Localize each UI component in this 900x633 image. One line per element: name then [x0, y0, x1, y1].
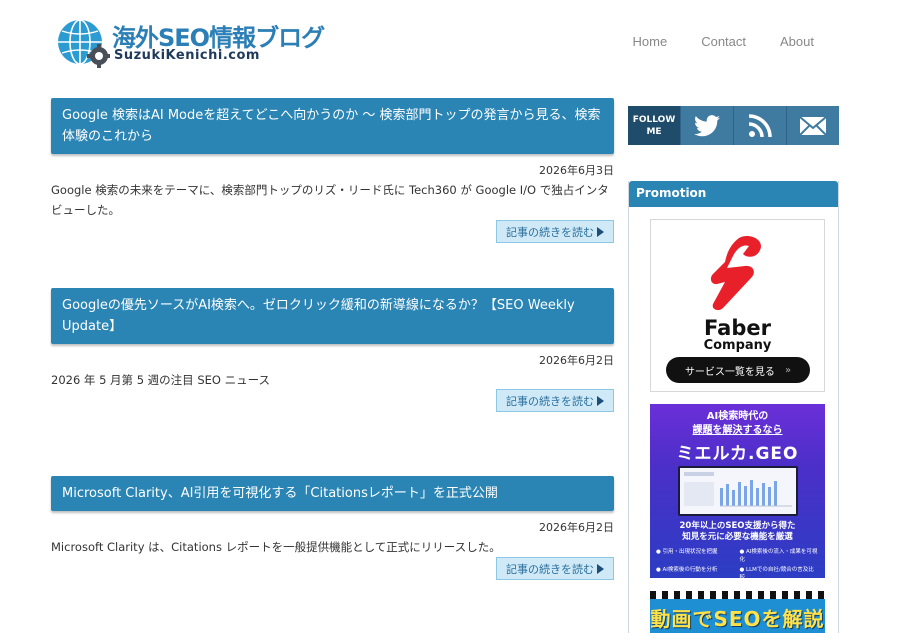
promotion-heading: Promotion	[629, 181, 838, 207]
read-more-button[interactable]: 記事の続きを読む	[496, 389, 614, 412]
bar-chart-icon	[684, 472, 792, 507]
read-more-button[interactable]: 記事の続きを読む	[496, 220, 614, 243]
read-more-label: 記事の続きを読む	[506, 394, 594, 408]
faber-company-banner[interactable]: Faber Company サービス一覧を見る »	[650, 219, 825, 392]
service-list-button[interactable]: サービス一覧を見る »	[666, 357, 810, 383]
article-title-link[interactable]: Google 検索はAI Modeを超えてどこへ向かうのか 〜 検索部門トップの…	[51, 98, 614, 154]
mieruca-feature: ● AI検索後の流入・成果を可視化	[739, 549, 818, 563]
faber-logo-icon	[710, 235, 761, 311]
video-seo-banner[interactable]: 動画でSEOを解説	[650, 591, 825, 633]
mieruca-feature: ● AI検索後の行動を分析	[656, 567, 718, 573]
double-chevron-icon: »	[784, 364, 792, 376]
triangle-right-icon	[597, 563, 604, 574]
faber-brand: Faber	[704, 316, 771, 340]
twitter-button[interactable]	[680, 106, 733, 145]
service-list-label: サービス一覧を見る	[684, 366, 775, 378]
article-item: Googleの優先ソースがAI検索へ。ゼロクリック緩和の新導線になるか？【SEO…	[51, 288, 614, 412]
follow-label-line2: ME	[646, 127, 662, 137]
mieruca-tagline-2: 課題を解決するなら	[692, 425, 783, 436]
article-date: 2026年6月3日	[539, 164, 614, 177]
twitter-icon	[694, 114, 720, 136]
rss-button[interactable]	[733, 106, 786, 145]
promotion-widget: Promotion Faber Company サービス一覧を見る » AI検索…	[628, 181, 839, 633]
faber-company-text: Company	[703, 338, 772, 353]
mieruca-brand: ミエルカ.GEO	[676, 444, 799, 464]
globe-gear-icon	[58, 19, 110, 68]
article-item: Google 検索はAI Modeを超えてどこへ向かうのか 〜 検索部門トップの…	[51, 98, 614, 243]
video-seo-text: 動画でSEOを解説	[650, 607, 825, 631]
read-more-label: 記事の続きを読む	[506, 562, 594, 576]
mieruca-copy-1: 20年以上のSEO支援から得た	[679, 521, 796, 531]
article-date: 2026年6月2日	[539, 354, 614, 367]
article-excerpt: Microsoft Clarity は、Citations レポートを一般提供機…	[51, 540, 501, 554]
triangle-right-icon	[597, 395, 604, 406]
follow-label-line1: FOLLOW	[632, 115, 676, 125]
site-header: 海外SEO情報ブログ SuzukiKenichi.com Home Contac…	[0, 0, 900, 90]
follow-bar: FOLLOW ME	[628, 106, 839, 145]
mieruca-copy-2: 知見を元に必要な機能を厳選	[682, 532, 793, 542]
mieruca-feature: ● 引用・出現状況を把握	[656, 549, 718, 555]
article-excerpt: 2026 年 5 月第 5 週の注目 SEO ニュース	[51, 373, 271, 387]
article-item: Microsoft Clarity、AI引用を可視化する「Citationsレポ…	[51, 476, 614, 580]
rss-icon	[748, 113, 772, 137]
mieruca-feature: ● LLMでの自社/競合の言及比較	[739, 567, 814, 578]
read-more-label: 記事の続きを読む	[506, 225, 594, 239]
mieruca-tagline: AI検索時代の 課題を解決するなら	[650, 410, 825, 438]
nav-contact[interactable]: Contact	[701, 34, 746, 49]
follow-label: FOLLOW ME	[628, 106, 680, 145]
article-date: 2026年6月2日	[539, 521, 614, 534]
dashboard-screenshot	[678, 466, 798, 516]
article-title-link[interactable]: Microsoft Clarity、AI引用を可視化する「Citationsレポ…	[51, 476, 614, 511]
mieruca-feature-list: ● 引用・出現状況を把握 ● AI検索後の流入・成果を可視化 ● AI検索後の行…	[656, 548, 819, 578]
main-nav: Home Contact About	[633, 34, 814, 49]
film-strip-decoration	[650, 591, 825, 599]
mieruca-geo-banner[interactable]: AI検索時代の 課題を解決するなら ミエルカ.GEO 20年以上のSEO支援から…	[650, 404, 825, 578]
nav-about[interactable]: About	[780, 34, 814, 49]
triangle-right-icon	[597, 226, 604, 237]
mail-icon	[799, 115, 827, 136]
mail-button[interactable]	[786, 106, 839, 145]
read-more-button[interactable]: 記事の続きを読む	[496, 557, 614, 580]
mieruca-copy: 20年以上のSEO支援から得た 知見を元に必要な機能を厳選	[650, 521, 825, 543]
mieruca-tagline-1: AI検索時代の	[706, 411, 769, 422]
site-logo[interactable]: 海外SEO情報ブログ SuzukiKenichi.com	[56, 16, 346, 70]
nav-home[interactable]: Home	[633, 34, 668, 49]
article-excerpt: Google 検索の未来をテーマに、検索部門トップのリズ・リード氏に Tech3…	[51, 183, 609, 217]
article-title-link[interactable]: Googleの優先ソースがAI検索へ。ゼロクリック緩和の新導線になるか？【SEO…	[51, 288, 614, 344]
site-subtitle: SuzukiKenichi.com	[114, 48, 260, 63]
